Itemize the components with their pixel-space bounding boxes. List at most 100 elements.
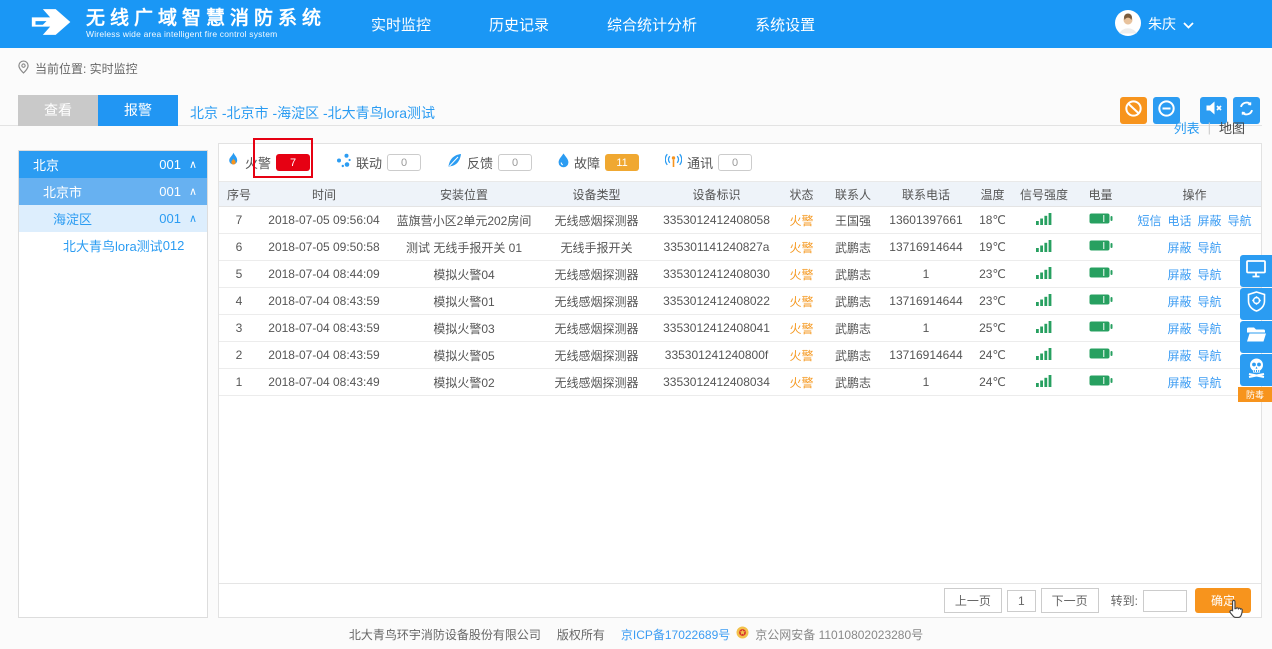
row-no: 4 — [219, 288, 259, 315]
prev-page-button[interactable]: 上一页 — [944, 588, 1002, 613]
op-link-屏蔽[interactable]: 屏蔽 — [1167, 295, 1191, 309]
row-device-id: 3353012412408058 — [654, 207, 779, 234]
tab-查看[interactable]: 查看 — [18, 95, 98, 126]
page-number-button[interactable]: 1 — [1007, 590, 1036, 612]
nav-item-0[interactable]: 实时监控 — [371, 14, 431, 35]
battery-icon — [1089, 348, 1113, 362]
row-location: 模拟火警04 — [389, 261, 539, 288]
col-header-温度: 温度 — [970, 182, 1015, 207]
nav-item-3[interactable]: 系统设置 — [755, 14, 815, 35]
monitor-icon — [1246, 259, 1266, 283]
shield-gear-icon-button[interactable] — [1240, 288, 1272, 320]
filter-通讯[interactable]: 通讯0 — [665, 153, 752, 173]
op-link-电话[interactable]: 电话 — [1167, 214, 1191, 228]
signal-bars-icon — [1036, 349, 1053, 363]
pagination: 上一页 1 下一页 转到: 确定 — [219, 583, 1261, 617]
row-battery — [1073, 234, 1128, 261]
battery-icon — [1089, 294, 1113, 308]
row-time: 2018-07-04 08:43:49 — [259, 369, 389, 396]
table-row: 52018-07-04 08:44:09模拟火警04无线感烟探测器3353012… — [219, 261, 1261, 288]
view-list-link[interactable]: 列表 — [1174, 118, 1200, 137]
tree-count: 012 — [163, 238, 185, 253]
op-link-导航[interactable]: 导航 — [1198, 322, 1222, 336]
filter-火警[interactable]: 火警7 — [227, 152, 310, 173]
row-battery — [1073, 288, 1128, 315]
app-footer: 北大青鸟环宇消防设备股份有限公司 版权所有 京ICP备17022689号 京公网… — [0, 626, 1272, 643]
row-battery — [1073, 315, 1128, 342]
col-header-序号: 序号 — [219, 182, 259, 207]
location-path: 北京 -北京市 -海淀区 -北大青鸟lora测试 — [190, 103, 435, 123]
op-link-屏蔽[interactable]: 屏蔽 — [1167, 241, 1191, 255]
row-phone: 13716914644 — [882, 288, 970, 315]
tree-item-北京[interactable]: 北京001∧ — [19, 151, 207, 178]
op-link-导航[interactable]: 导航 — [1198, 376, 1222, 390]
row-contact: 武鹏志 — [824, 342, 882, 369]
row-temp: 23℃ — [970, 261, 1015, 288]
op-link-屏蔽[interactable]: 屏蔽 — [1167, 268, 1191, 282]
op-link-导航[interactable]: 导航 — [1198, 295, 1222, 309]
row-signal — [1015, 369, 1073, 396]
op-link-屏蔽[interactable]: 屏蔽 — [1167, 322, 1191, 336]
tree-item-海淀区[interactable]: 海淀区001∧ — [19, 205, 207, 232]
tree-count: 001 — [159, 184, 181, 199]
next-page-button[interactable]: 下一页 — [1041, 588, 1099, 613]
row-time: 2018-07-04 08:44:09 — [259, 261, 389, 288]
col-header-电量: 电量 — [1073, 182, 1128, 207]
battery-icon — [1089, 375, 1113, 389]
filter-联动[interactable]: 联动0 — [336, 153, 421, 173]
ban-icon-button[interactable] — [1120, 97, 1147, 124]
ban-icon — [1124, 99, 1143, 123]
footer-company: 北大青鸟环宇消防设备股份有限公司 — [349, 626, 541, 643]
row-location: 模拟火警01 — [389, 288, 539, 315]
row-status: 火警 — [779, 342, 824, 369]
app-subtitle: Wireless wide area intelligent fire cont… — [86, 29, 326, 39]
row-contact: 武鹏志 — [824, 369, 882, 396]
op-link-屏蔽[interactable]: 屏蔽 — [1167, 376, 1191, 390]
region-tree: 北京001∧北京市001∧海淀区001∧北大青鸟lora测试012 — [18, 150, 208, 618]
filter-label: 故障 — [574, 153, 600, 172]
footer-icp-link[interactable]: 京ICP备17022689号 — [621, 626, 730, 643]
user-menu[interactable]: 朱庆 — [1115, 0, 1194, 48]
tree-item-北京市[interactable]: 北京市001∧ — [19, 178, 207, 205]
row-status: 火警 — [779, 207, 824, 234]
row-signal — [1015, 234, 1073, 261]
filter-label: 反馈 — [467, 153, 493, 172]
op-link-屏蔽[interactable]: 屏蔽 — [1167, 349, 1191, 363]
row-location: 模拟火警03 — [389, 315, 539, 342]
nav-item-2[interactable]: 综合统计分析 — [607, 14, 697, 35]
tree-item-北大青鸟lora测试[interactable]: 北大青鸟lora测试012 — [19, 232, 207, 259]
filter-反馈[interactable]: 反馈0 — [447, 153, 532, 173]
user-name: 朱庆 — [1148, 14, 1176, 34]
nav-item-1[interactable]: 历史记录 — [489, 14, 549, 35]
folder-icon-button[interactable] — [1240, 321, 1272, 353]
tree-count: 001 — [159, 157, 181, 172]
skull-icon-button[interactable] — [1240, 354, 1272, 386]
op-link-短信[interactable]: 短信 — [1137, 214, 1161, 228]
table-header-row: 序号时间安装位置设备类型设备标识状态联系人联系电话温度信号强度电量操作 — [219, 182, 1261, 207]
view-map-link[interactable]: 地图 — [1219, 118, 1245, 137]
row-temp: 23℃ — [970, 288, 1015, 315]
row-device-type: 无线感烟探测器 — [539, 261, 654, 288]
table-row: 12018-07-04 08:43:49模拟火警02无线感烟探测器3353012… — [219, 369, 1261, 396]
op-link-导航[interactable]: 导航 — [1228, 214, 1252, 228]
row-status: 火警 — [779, 234, 824, 261]
row-device-type: 无线手报开关 — [539, 234, 654, 261]
confirm-button[interactable]: 确定 — [1195, 588, 1251, 613]
row-device-type: 无线感烟探测器 — [539, 342, 654, 369]
op-link-屏蔽[interactable]: 屏蔽 — [1198, 214, 1222, 228]
goto-page-input[interactable] — [1143, 590, 1187, 612]
row-phone: 13716914644 — [882, 342, 970, 369]
row-no: 6 — [219, 234, 259, 261]
op-link-导航[interactable]: 导航 — [1198, 349, 1222, 363]
tab-报警[interactable]: 报警 — [98, 95, 178, 126]
op-link-导航[interactable]: 导航 — [1198, 241, 1222, 255]
fault-icon — [558, 153, 569, 173]
side-mini-badge[interactable]: 防毒 — [1238, 387, 1272, 402]
signal-bars-icon — [1036, 214, 1053, 228]
filter-故障[interactable]: 故障 11 — [558, 153, 639, 173]
op-link-导航[interactable]: 导航 — [1198, 268, 1222, 282]
monitor-icon-button[interactable] — [1240, 255, 1272, 287]
goto-label: 转到: — [1111, 592, 1138, 609]
row-battery — [1073, 342, 1128, 369]
filter-count-badge: 11 — [605, 154, 639, 171]
